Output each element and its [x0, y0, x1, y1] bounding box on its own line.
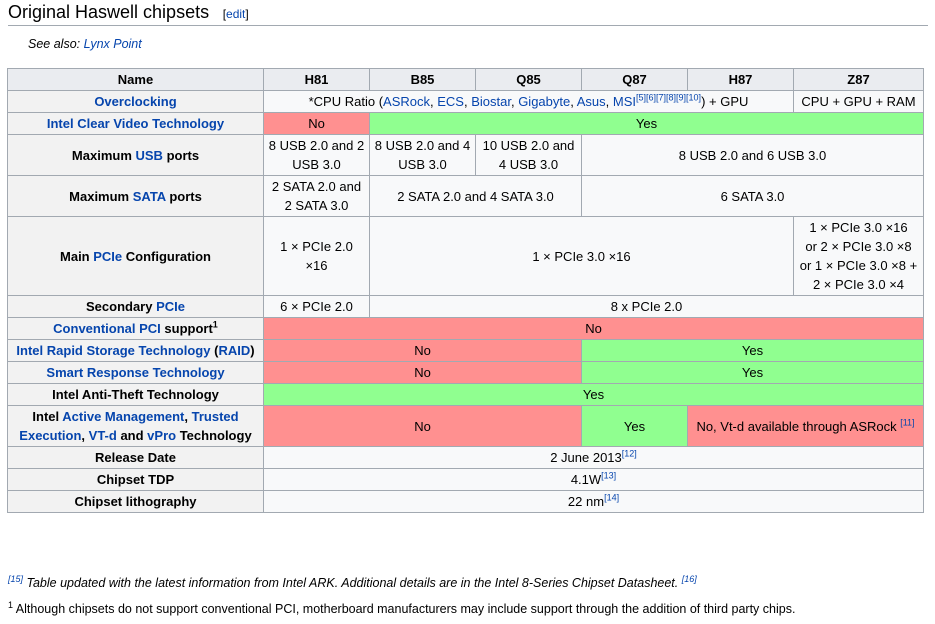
- pcie-main-z87: 1 × PCIe 3.0 ×16 or 2 × PCIe 3.0 ×8 or 1 ×…: [793, 216, 924, 296]
- sata-rest: 6 SATA 3.0: [581, 175, 924, 217]
- release-value: 2 June 2013[12]: [263, 446, 924, 469]
- table-row-release: Release Date 2 June 2013[12]: [7, 446, 924, 469]
- asus-link[interactable]: Asus: [577, 94, 606, 109]
- header-q85: Q85: [475, 68, 582, 91]
- section-heading: Original Haswell chipsets [edit]: [8, 0, 928, 26]
- pcie-secondary-h81: 6 × PCIe 2.0: [263, 295, 370, 318]
- header-q87: Q87: [581, 68, 688, 91]
- biostar-link[interactable]: Biostar: [471, 94, 511, 109]
- table-row-anti-theft: Intel Anti-Theft Technology Yes: [7, 383, 924, 406]
- msi-link[interactable]: MSI: [613, 94, 636, 109]
- table-row-rst: Intel Rapid Storage Technology (RAID) No…: [7, 339, 924, 362]
- row-label-srt: Smart Response Technology: [7, 361, 264, 384]
- usb-rest: 8 USB 2.0 and 6 USB 3.0: [581, 134, 924, 176]
- usb-link[interactable]: USB: [136, 148, 163, 163]
- pcie-main-mid: 1 × PCIe 3.0 ×16: [369, 216, 794, 296]
- row-label-overclocking: Overclocking: [7, 90, 264, 113]
- row-label-usb: Maximum USB ports: [7, 134, 264, 176]
- table-row-tdp: Chipset TDP 4.1W[13]: [7, 468, 924, 491]
- pcie-secondary-link[interactable]: PCIe: [156, 299, 185, 314]
- sata-h81: 2 SATA 2.0 and 2 SATA 3.0: [263, 175, 370, 217]
- lithography-ref[interactable]: [14]: [604, 493, 619, 503]
- clear-video-yes: Yes: [369, 112, 924, 135]
- srt-link[interactable]: Smart Response Technology: [46, 365, 224, 380]
- table-row-pcie-secondary: Secondary PCIe 6 × PCIe 2.0 8 x PCIe 2.0: [7, 295, 924, 318]
- table-row-amt: Intel Active Management, Trusted Executi…: [7, 405, 924, 447]
- row-label-rst: Intel Rapid Storage Technology (RAID): [7, 339, 264, 362]
- release-ref[interactable]: [12]: [622, 449, 637, 459]
- row-label-pcie-secondary: Secondary PCIe: [7, 295, 264, 318]
- rst-link[interactable]: Intel Rapid Storage Technology: [16, 343, 210, 358]
- clear-video-no: No: [263, 112, 370, 135]
- srt-yes: Yes: [581, 361, 924, 384]
- conventional-pci-no: No: [263, 317, 924, 340]
- note1-ref2[interactable]: [16]: [682, 574, 697, 584]
- row-label-tdp: Chipset TDP: [7, 468, 264, 491]
- table-row-usb: Maximum USB ports 8 USB 2.0 and 2 USB 3.…: [7, 134, 924, 176]
- header-z87: Z87: [793, 68, 924, 91]
- amt-yes: Yes: [581, 405, 688, 447]
- usb-b85: 8 USB 2.0 and 4 USB 3.0: [369, 134, 476, 176]
- gigabyte-link[interactable]: Gigabyte: [518, 94, 570, 109]
- edit-link[interactable]: edit: [226, 7, 245, 21]
- srt-no: No: [263, 361, 582, 384]
- tdp-ref[interactable]: [13]: [601, 471, 616, 481]
- pcie-secondary-rest: 8 x PCIe 2.0: [369, 295, 924, 318]
- overclocking-link[interactable]: Overclocking: [94, 94, 176, 109]
- row-label-lithography: Chipset lithography: [7, 490, 264, 513]
- lithography-value: 22 nm[14]: [263, 490, 924, 513]
- header-h87: H87: [687, 68, 794, 91]
- table-row-sata: Maximum SATA ports 2 SATA 2.0 and 2 SATA…: [7, 175, 924, 217]
- table-row-pcie-main: Main PCIe Configuration 1 × PCIe 2.0 ×16…: [7, 216, 924, 296]
- rst-no: No: [263, 339, 582, 362]
- pcie-link[interactable]: PCIe: [93, 249, 122, 264]
- header-name: Name: [7, 68, 264, 91]
- row-label-clear-video: Intel Clear Video Technology: [7, 112, 264, 135]
- rst-yes: Yes: [581, 339, 924, 362]
- anti-theft-yes: Yes: [263, 383, 924, 406]
- chipset-table: Name H81 B85 Q85 Q87 H87 Z87 Overclockin…: [7, 68, 924, 513]
- table-row-conventional-pci: Conventional PCI support1 No: [7, 317, 924, 340]
- overclocking-z87: CPU + GPU + RAM: [793, 90, 924, 113]
- conventional-pci-link[interactable]: Conventional PCI: [53, 321, 161, 336]
- note1-ref[interactable]: [15]: [8, 574, 23, 584]
- overclocking-cell: *CPU Ratio (ASRock, ECS, Biostar, Gigaby…: [263, 90, 794, 113]
- row-label-sata: Maximum SATA ports: [7, 175, 264, 217]
- see-also: See also: Lynx Point: [28, 37, 142, 51]
- table-row-overclocking: Overclocking *CPU Ratio (ASRock, ECS, Bi…: [7, 90, 924, 113]
- amt-h87-z87: No, Vt-d available through ASRock [11]: [687, 405, 924, 447]
- table-row-lithography: Chipset lithography 22 nm[14]: [7, 490, 924, 513]
- ecs-link[interactable]: ECS: [437, 94, 464, 109]
- amt-ref[interactable]: [11]: [900, 417, 914, 427]
- vtd-link[interactable]: VT-d: [89, 428, 117, 443]
- active-management-link[interactable]: Active Management: [62, 409, 184, 424]
- clear-video-link[interactable]: Intel Clear Video Technology: [47, 116, 224, 131]
- usb-h81: 8 USB 2.0 and 2 USB 3.0: [263, 134, 370, 176]
- amt-no: No: [263, 405, 582, 447]
- footnote-table-updated: [15] Table updated with the latest infor…: [8, 573, 697, 590]
- see-also-link[interactable]: Lynx Point: [84, 37, 142, 51]
- row-label-pcie-main: Main PCIe Configuration: [7, 216, 264, 296]
- header-b85: B85: [369, 68, 476, 91]
- section-title: Original Haswell chipsets: [8, 2, 210, 22]
- asrock-link[interactable]: ASRock: [383, 94, 430, 109]
- usb-q85: 10 USB 2.0 and 4 USB 3.0: [475, 134, 582, 176]
- row-label-conventional-pci: Conventional PCI support1: [7, 317, 264, 340]
- table-row-srt: Smart Response Technology No Yes: [7, 361, 924, 384]
- table-header-row: Name H81 B85 Q85 Q87 H87 Z87: [7, 68, 924, 91]
- sata-link[interactable]: SATA: [133, 189, 166, 204]
- edit-section: [edit]: [222, 7, 249, 21]
- row-label-release: Release Date: [7, 446, 264, 469]
- sata-b85-q85: 2 SATA 2.0 and 4 SATA 3.0: [369, 175, 582, 217]
- raid-link[interactable]: RAID: [218, 343, 250, 358]
- header-h81: H81: [263, 68, 370, 91]
- row-label-amt: Intel Active Management, Trusted Executi…: [7, 405, 264, 447]
- tdp-value: 4.1W[13]: [263, 468, 924, 491]
- vpro-link[interactable]: vPro: [147, 428, 176, 443]
- pcie-main-h81: 1 × PCIe 2.0 ×16: [263, 216, 370, 296]
- overclocking-refs[interactable]: [5][6][7][8][9][10]: [636, 93, 701, 103]
- row-label-anti-theft: Intel Anti-Theft Technology: [7, 383, 264, 406]
- table-row-clear-video: Intel Clear Video Technology No Yes: [7, 112, 924, 135]
- footnote-conventional-pci: 1 Although chipsets do not support conve…: [8, 599, 796, 616]
